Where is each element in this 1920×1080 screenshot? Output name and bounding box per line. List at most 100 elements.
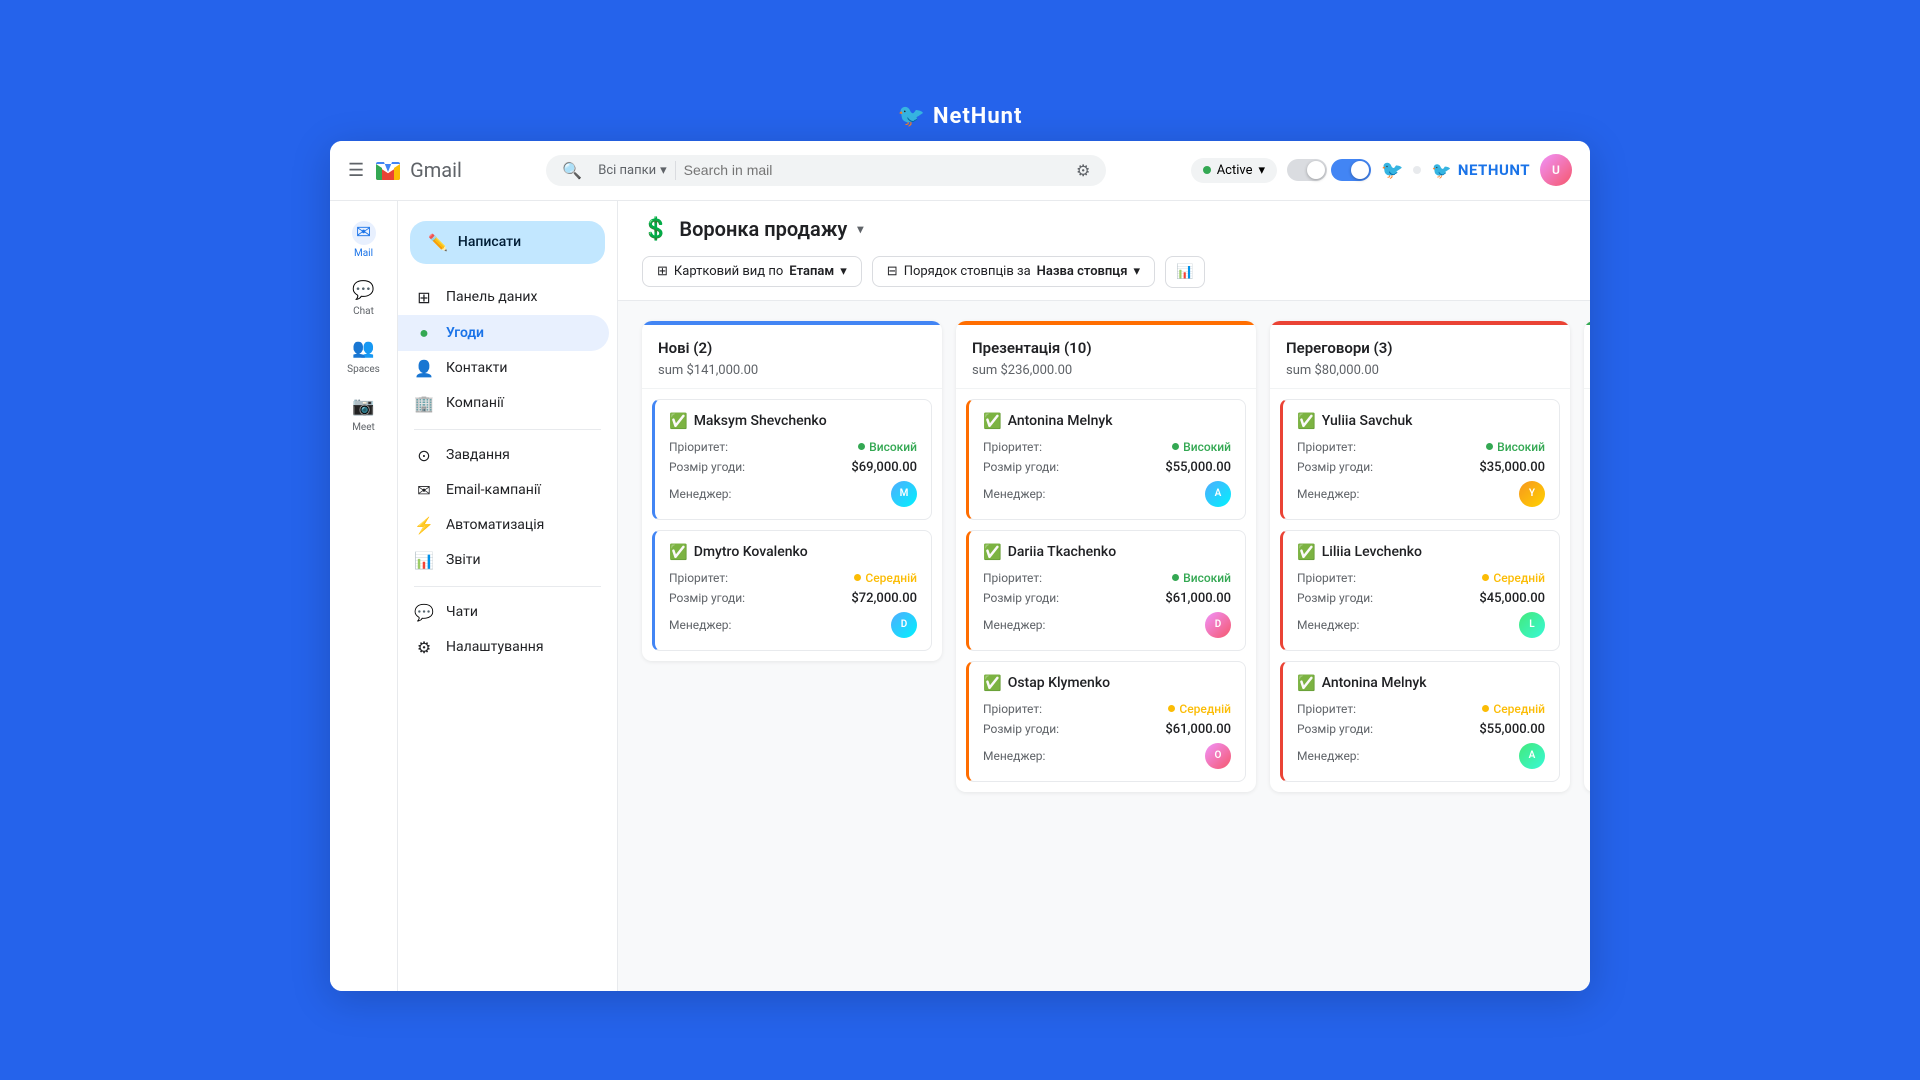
automation-icon: ⚡ xyxy=(414,516,434,535)
column-sum-new: sum $141,000.00 xyxy=(658,363,926,378)
nav-item-reports[interactable]: 📊 Звіти xyxy=(398,543,609,578)
compose-label: Написати xyxy=(458,234,521,250)
priority-row: Пріоритет: Середній xyxy=(1297,702,1545,716)
column-sum-presentation: sum $236,000.00 xyxy=(972,363,1240,378)
rail-item-spaces[interactable]: 👥 Spaces xyxy=(330,329,397,383)
amount-row: Розмір угоди: $45,000.00 xyxy=(1297,591,1545,606)
compose-icon: ✏️ xyxy=(428,233,448,252)
priority-row: Пріоритет: Високий xyxy=(1297,440,1545,454)
check-icon: ✅ xyxy=(1297,543,1316,561)
person-name: Liliia Levchenko xyxy=(1322,544,1422,560)
priority-dot-high xyxy=(1172,443,1179,450)
chart-view-button[interactable]: 📊 xyxy=(1165,256,1204,288)
amount-label: Розмір угоди: xyxy=(669,460,745,474)
priority-badge: Середній xyxy=(1482,571,1545,585)
table-row[interactable]: ✅ Ostap Klymenko Пріоритет: Середній xyxy=(966,661,1246,782)
title-dropdown-icon[interactable]: ▾ xyxy=(857,222,863,236)
active-dot-icon xyxy=(1203,166,1211,174)
person-name: Yuliia Savchuk xyxy=(1322,413,1413,429)
manager-label: Менеджер: xyxy=(983,749,1045,763)
amount-value: $55,000.00 xyxy=(1479,722,1545,737)
priority-dot-high xyxy=(1172,574,1179,581)
search-bar[interactable]: 🔍 Всі папки ▾ ⚙ xyxy=(546,155,1106,186)
table-row[interactable]: ✅ Liliia Levchenko Пріоритет: Середній xyxy=(1280,530,1560,651)
meet-label: Meet xyxy=(352,422,375,433)
sort-value: Назва стовпця xyxy=(1037,264,1128,279)
priority-row: Пріоритет: Високий xyxy=(983,440,1231,454)
card-name: ✅ Antonina Melnyk xyxy=(1297,674,1545,692)
table-row[interactable]: ✅ Antonina Melnyk Пріоритет: Високий xyxy=(966,399,1246,520)
manager-label: Менеджер: xyxy=(983,487,1045,501)
priority-label: Пріоритет: xyxy=(669,440,728,454)
gmail-label: Gmail xyxy=(410,158,462,182)
priority-row: Пріоритет: Середній xyxy=(669,571,917,585)
manager-avatar: D xyxy=(1205,612,1231,638)
priority-badge: Високий xyxy=(858,440,917,454)
companies-icon: 🏢 xyxy=(414,394,434,413)
nav-item-dashboard[interactable]: ⊞ Панель даних xyxy=(398,280,609,315)
nav-item-deals[interactable]: ● Угоди xyxy=(398,315,609,351)
icon-rail: ✉ Mail 💬 Chat 👥 Spaces 📷 Meet xyxy=(330,201,398,991)
view-selector-button[interactable]: ⊞ Картковий вид по Етапам ▾ xyxy=(642,256,862,287)
person-name: Dmytro Kovalenko xyxy=(694,544,808,560)
person-name: Antonina Melnyk xyxy=(1322,675,1427,691)
nav-item-tasks[interactable]: ⊙ Завдання xyxy=(398,438,609,473)
manager-row: Менеджер: D xyxy=(669,612,917,638)
amount-row: Розмір угоди: $35,000.00 xyxy=(1297,460,1545,475)
table-row[interactable]: ✅ Dmytro Kovalenko Пріоритет: Середній xyxy=(652,530,932,651)
user-avatar[interactable]: U xyxy=(1540,154,1572,186)
folder-selector[interactable]: Всі папки ▾ xyxy=(590,161,675,180)
priority-label: Пріоритет: xyxy=(669,571,728,585)
sort-selector-button[interactable]: ⊟ Порядок стовпців за Назва стовпця ▾ xyxy=(872,256,1155,287)
column-header-negotiation: Переговори (3) sum $80,000.00 xyxy=(1270,321,1570,389)
check-icon: ✅ xyxy=(669,543,688,561)
reports-label: Звіти xyxy=(446,552,481,568)
nav-sidebar: ✏️ Написати ⊞ Панель даних ● Угоди 👤 Кон… xyxy=(398,201,618,991)
nav-item-contacts[interactable]: 👤 Контакти xyxy=(398,351,609,386)
chat-label: Chat xyxy=(353,306,374,317)
table-row[interactable]: ✅ Maksym Shevchenko Пріоритет: Високий xyxy=(652,399,932,520)
manager-avatar: D xyxy=(891,612,917,638)
toggle-switch-1[interactable] xyxy=(1287,159,1327,181)
priority-dot-medium xyxy=(854,574,861,581)
nav-item-companies[interactable]: 🏢 Компанії xyxy=(398,386,609,421)
search-icon: 🔍 xyxy=(562,161,582,180)
card-name: ✅ Dariia Tkachenko xyxy=(983,543,1231,561)
active-status-badge[interactable]: Active ▾ xyxy=(1191,158,1277,183)
amount-row: Розмір угоди: $61,000.00 xyxy=(983,591,1231,606)
priority-row: Пріоритет: Високий xyxy=(983,571,1231,585)
column-title-presentation: Презентація (10) xyxy=(972,339,1240,357)
priority-label: Пріоритет: xyxy=(1297,440,1356,454)
check-icon: ✅ xyxy=(983,412,1002,430)
table-row[interactable]: ✅ Yuliia Savchuk Пріоритет: Високий xyxy=(1280,399,1560,520)
campaigns-icon: ✉ xyxy=(414,481,434,500)
hamburger-menu[interactable]: ☰ xyxy=(348,160,364,181)
column-cards-presentation: ✅ Antonina Melnyk Пріоритет: Високий xyxy=(956,389,1256,792)
nav-item-chats[interactable]: 💬 Чати xyxy=(398,595,609,630)
nav-item-campaigns[interactable]: ✉ Email-кампанії xyxy=(398,473,609,508)
priority-dot-high xyxy=(1486,443,1493,450)
priority-badge: Високий xyxy=(1172,571,1231,585)
nav-item-automation[interactable]: ⚡ Автоматизація xyxy=(398,508,609,543)
chat-icon: 💬 xyxy=(352,279,376,303)
table-row[interactable]: ✅ Dariia Tkachenko Пріоритет: Високий xyxy=(966,530,1246,651)
content-header: 💲 Воронка продажу ▾ ⊞ Картковий вид по Е… xyxy=(618,201,1590,301)
compose-button[interactable]: ✏️ Написати xyxy=(410,221,605,264)
search-input[interactable] xyxy=(684,162,1068,178)
top-bar-right: Active ▾ 🐦 🐦 NETHUNT U xyxy=(1191,154,1572,186)
amount-label: Розмір угоди: xyxy=(1297,722,1373,736)
amount-row: Розмір угоди: $72,000.00 xyxy=(669,591,917,606)
person-name: Maksym Shevchenko xyxy=(694,413,827,429)
column-title-new: Нові (2) xyxy=(658,339,926,357)
manager-label: Менеджер: xyxy=(669,618,731,632)
rail-item-meet[interactable]: 📷 Meet xyxy=(330,387,397,441)
rail-item-chat[interactable]: 💬 Chat xyxy=(330,271,397,325)
priority-label: Пріоритет: xyxy=(983,571,1042,585)
filter-icon[interactable]: ⚙ xyxy=(1076,161,1090,180)
chats-icon: 💬 xyxy=(414,603,434,622)
rail-item-mail[interactable]: ✉ Mail xyxy=(330,213,397,267)
nav-item-settings[interactable]: ⚙ Налаштування xyxy=(398,630,609,665)
amount-row: Розмір угоди: $61,000.00 xyxy=(983,722,1231,737)
toggle-switch-2[interactable] xyxy=(1331,159,1371,181)
table-row[interactable]: ✅ Antonina Melnyk Пріоритет: Середній xyxy=(1280,661,1560,782)
